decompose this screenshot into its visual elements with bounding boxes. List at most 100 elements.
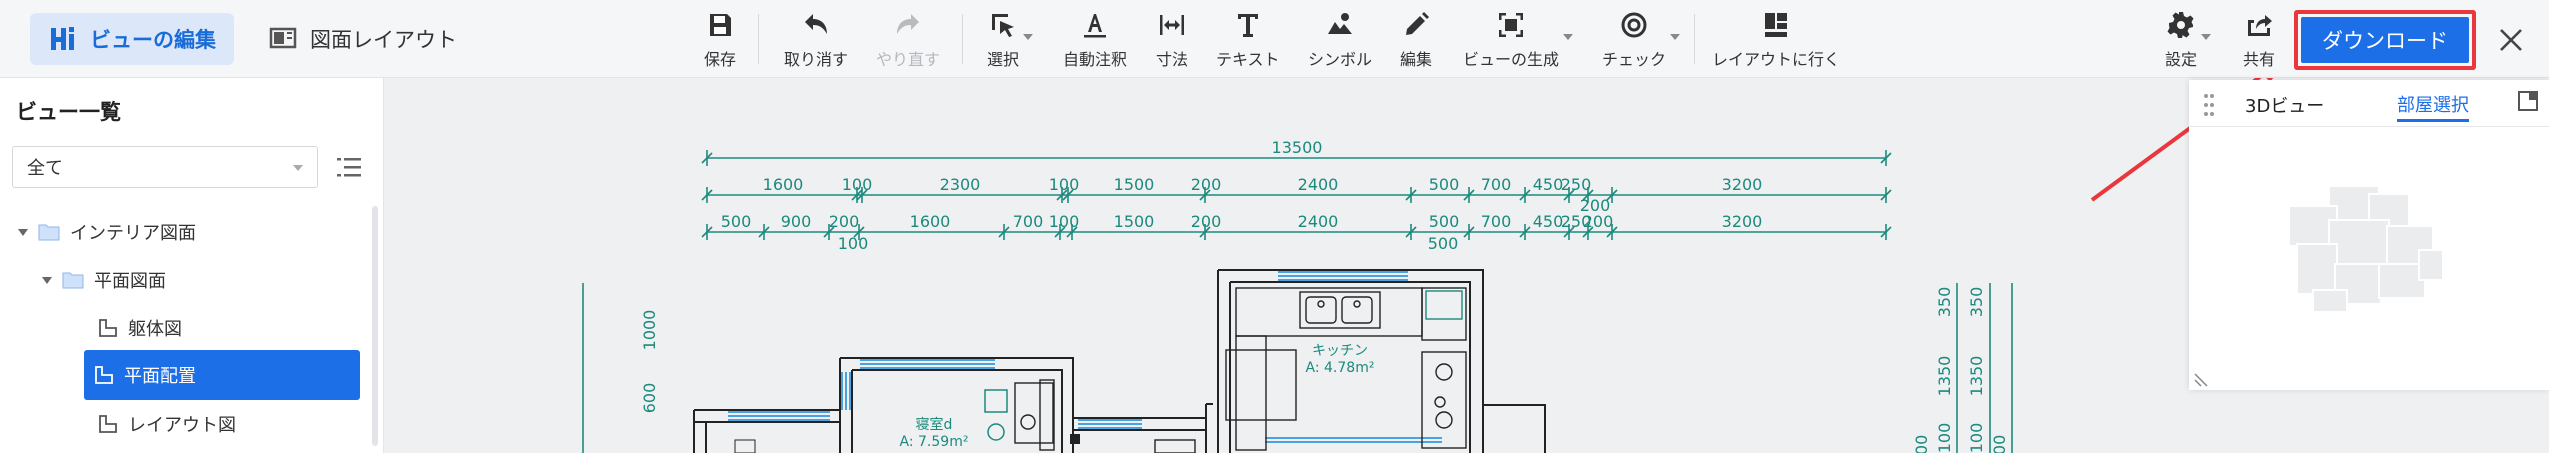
tab-room-select[interactable]: 部屋選択: [2397, 88, 2469, 122]
tab-edit-view-label: ビューの編集: [90, 28, 216, 52]
text-label: テキスト: [1216, 50, 1280, 69]
dim-row1-text-9: 450: [1533, 175, 1564, 194]
list-menu-icon[interactable]: [334, 152, 364, 182]
dim-row1-text-3: 100: [1049, 175, 1080, 194]
go-layout-button[interactable]: レイアウトに行く: [1712, 10, 1840, 70]
dim-row1-text-5: 200: [1191, 175, 1222, 194]
save-label: 保存: [704, 50, 737, 69]
edit-label: 編集: [1400, 50, 1433, 69]
share-icon: [2248, 15, 2272, 36]
settings-label: 設定: [2165, 50, 2198, 69]
generate-view-button[interactable]: ビューの生成: [1463, 10, 1574, 70]
generate-view-icon: [1499, 13, 1523, 37]
view-doc-icon: [99, 415, 117, 433]
dim-row2-text-2: 200: [829, 212, 860, 231]
tree-item-label: インテリア図面: [70, 223, 196, 244]
tab-edit-view[interactable]: ビューの編集: [30, 13, 234, 65]
tab-room-select-label: 部屋選択: [2397, 94, 2469, 116]
dim-row2-text-3: 1600: [910, 212, 951, 231]
dim-row2-text-5: 100: [1049, 212, 1080, 231]
tree-item-interior[interactable]: インテリア図面: [18, 212, 196, 252]
dim-row2-text-8: 2400: [1298, 212, 1339, 231]
tree-item-layout[interactable]: レイアウト図: [98, 404, 236, 444]
download-button[interactable]: ダウンロード: [2294, 10, 2476, 70]
floor-plan-walls: [693, 269, 1546, 453]
room-kitchen-area: A: 4.78m²: [1306, 360, 1375, 376]
dim-text: 350: [1967, 287, 1986, 318]
chevron-down-icon: [1670, 34, 1681, 40]
tree-item-label: 平面図面: [94, 271, 166, 292]
generate-view-label: ビューの生成: [1463, 50, 1560, 69]
auto-annotate-label: 自動注釈: [1063, 50, 1128, 69]
expand-arrow-icon[interactable]: [42, 276, 52, 284]
undo-button[interactable]: 取り消す: [784, 10, 848, 70]
hi-logo-icon: [51, 27, 74, 50]
undo-icon: [805, 14, 827, 34]
dim-row1-text-1: 100: [842, 175, 873, 194]
dimension-button[interactable]: 寸法: [1156, 10, 1188, 70]
bed-symbol: [984, 389, 1008, 441]
check-button[interactable]: チェック: [1602, 10, 1681, 70]
dim-text: 500: [1428, 234, 1459, 253]
check-label: チェック: [1602, 50, 1667, 69]
tree-scrollbar[interactable]: [372, 206, 378, 446]
view-filter-select[interactable]: 全て: [12, 146, 318, 188]
dim-row2-text-14: 3200: [1722, 212, 1763, 231]
tree-item-floor-layout[interactable]: 平面配置: [84, 350, 360, 400]
folder-icon: [62, 272, 84, 289]
room-minimap[interactable]: [2269, 180, 2449, 320]
dim-row1-text-8: 700: [1481, 175, 1512, 194]
toolbar-divider: [962, 14, 963, 64]
save-button[interactable]: 保存: [704, 10, 736, 70]
close-icon: [2500, 29, 2522, 51]
dim-text: 100: [1967, 423, 1986, 453]
symbol-button[interactable]: シンボル: [1308, 10, 1372, 70]
tab-3d-view-label: 3Dビュー: [2245, 96, 2325, 117]
tab-drawing-layout[interactable]: 図面レイアウト: [250, 13, 475, 65]
auto-annotate-icon: [1084, 14, 1106, 38]
tree-item-label: レイアウト図: [128, 415, 236, 436]
drag-handle-icon[interactable]: [2203, 92, 2215, 118]
chevron-down-icon: [293, 165, 303, 171]
dim-text: 100: [838, 234, 869, 253]
auto-annotate-button[interactable]: 自動注釈: [1063, 10, 1127, 70]
chevron-down-icon: [1023, 34, 1034, 40]
select-icon: [992, 14, 1014, 37]
tree-item-label: 平面配置: [124, 366, 196, 387]
view-filter-value: 全て: [27, 158, 63, 179]
top-toolbar: ビューの編集 図面レイアウト 保存 取り消す やり直す 選択 自動注釈 寸法 テ…: [0, 0, 2549, 78]
dimension-label: 寸法: [1156, 50, 1189, 69]
toolbar-divider: [758, 14, 759, 64]
view-list-panel: ビュー一覧 全て インテリア図面 平面図面 躯体図 平面配置 レイアウト図: [0, 78, 384, 453]
resize-handle-icon[interactable]: [2193, 372, 2209, 388]
settings-button[interactable]: 設定: [2165, 10, 2212, 70]
gear-icon: [2167, 12, 2194, 38]
room-kitchen-name: キッチン: [1312, 343, 1368, 359]
expand-arrow-icon[interactable]: [18, 228, 28, 236]
tree-item-floor-plans[interactable]: 平面図面: [42, 260, 166, 300]
chevron-down-icon: [2201, 34, 2212, 40]
edit-icon: [1406, 12, 1429, 35]
collapse-panel-icon[interactable]: [2517, 90, 2539, 112]
tab-3d-view[interactable]: 3Dビュー: [2245, 88, 2324, 122]
download-button-label: ダウンロード: [2301, 17, 2469, 63]
dim-row2-text-4: 700: [1013, 212, 1044, 231]
tree-item-structure[interactable]: 躯体図: [98, 308, 182, 348]
close-button[interactable]: [2489, 18, 2533, 62]
edit-button[interactable]: 編集: [1400, 10, 1432, 70]
folder-icon: [38, 224, 60, 241]
redo-button[interactable]: やり直す: [876, 10, 940, 70]
text-button[interactable]: テキスト: [1216, 10, 1280, 70]
dim-row2-text-9: 500: [1429, 212, 1460, 231]
room-bedroom-name: 寝室d: [916, 416, 953, 433]
share-button[interactable]: 共有: [2243, 10, 2275, 70]
save-icon: [710, 14, 731, 36]
dim-row2-text-11: 450: [1533, 212, 1564, 231]
dim-text: 300: [1912, 435, 1931, 453]
check-icon: [1621, 12, 1647, 38]
dim-text: 1350: [1967, 356, 1986, 397]
text-icon: [1237, 14, 1258, 37]
dim-row1-text-7: 500: [1429, 175, 1460, 194]
symbol-icon: [1328, 13, 1352, 34]
select-button[interactable]: 選択: [987, 10, 1034, 70]
